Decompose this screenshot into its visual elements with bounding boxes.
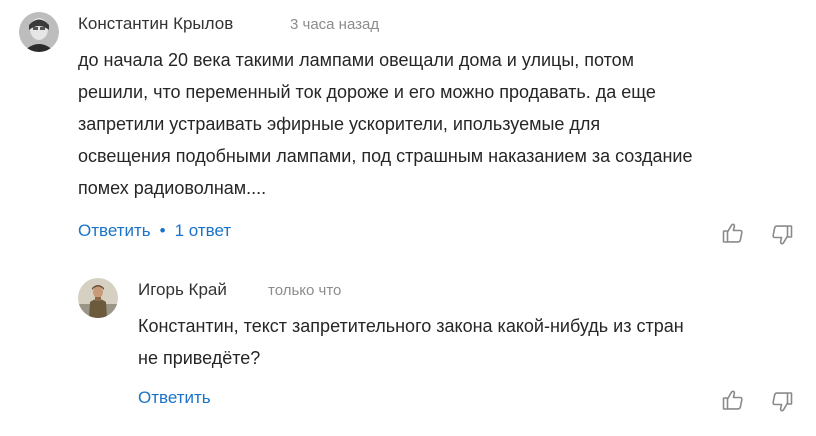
thumbs-down-icon — [772, 392, 793, 412]
dislike-button[interactable] — [770, 223, 794, 247]
comment-timestamp: 3 часа назад — [290, 16, 380, 33]
thumbs-up-icon — [722, 223, 743, 243]
comment-text: до начала 20 века такими лампами овещали… — [78, 44, 798, 204]
thumbs-up-icon — [722, 390, 743, 410]
comment-text-line: до начала 20 века такими лампами овещали… — [78, 50, 635, 70]
comment-author[interactable]: Константин Крылов — [78, 14, 233, 34]
thumbs-down-icon — [772, 225, 793, 245]
comment-text-line: решили, что переменный ток дороже и его … — [78, 82, 656, 102]
comment-actions: Ответить • 1 ответ — [78, 221, 231, 241]
reply-comment: Игорь Край только что Константин, текст … — [0, 260, 816, 436]
avatar[interactable] — [19, 12, 59, 52]
reply-author[interactable]: Игорь Край — [138, 280, 227, 300]
reply-text-line: Константин, текст запретительного закона… — [138, 316, 684, 336]
reply-text-line: не приведёте? — [138, 348, 261, 368]
comment: Константин Крылов 3 часа назад до начала… — [0, 0, 816, 260]
comment-text-line: запретили устраивать эфирные ускорители,… — [78, 114, 601, 134]
like-button[interactable] — [721, 221, 745, 245]
reply-button[interactable]: Ответить — [138, 388, 211, 407]
reply-text: Константин, текст запретительного закона… — [138, 310, 798, 374]
comment-text-line: освещения подобными лампами, под страшны… — [78, 146, 693, 166]
replies-count-link[interactable]: 1 ответ — [175, 221, 232, 240]
avatar[interactable] — [78, 278, 118, 318]
comment-text-line: помех радиоволнам.... — [78, 178, 267, 198]
reply-actions: Ответить — [138, 388, 211, 408]
like-button[interactable] — [721, 388, 745, 412]
reply-button[interactable]: Ответить — [78, 221, 151, 240]
reply-timestamp: только что — [268, 282, 342, 299]
dislike-button[interactable] — [770, 390, 794, 414]
separator-dot: • — [159, 221, 166, 240]
